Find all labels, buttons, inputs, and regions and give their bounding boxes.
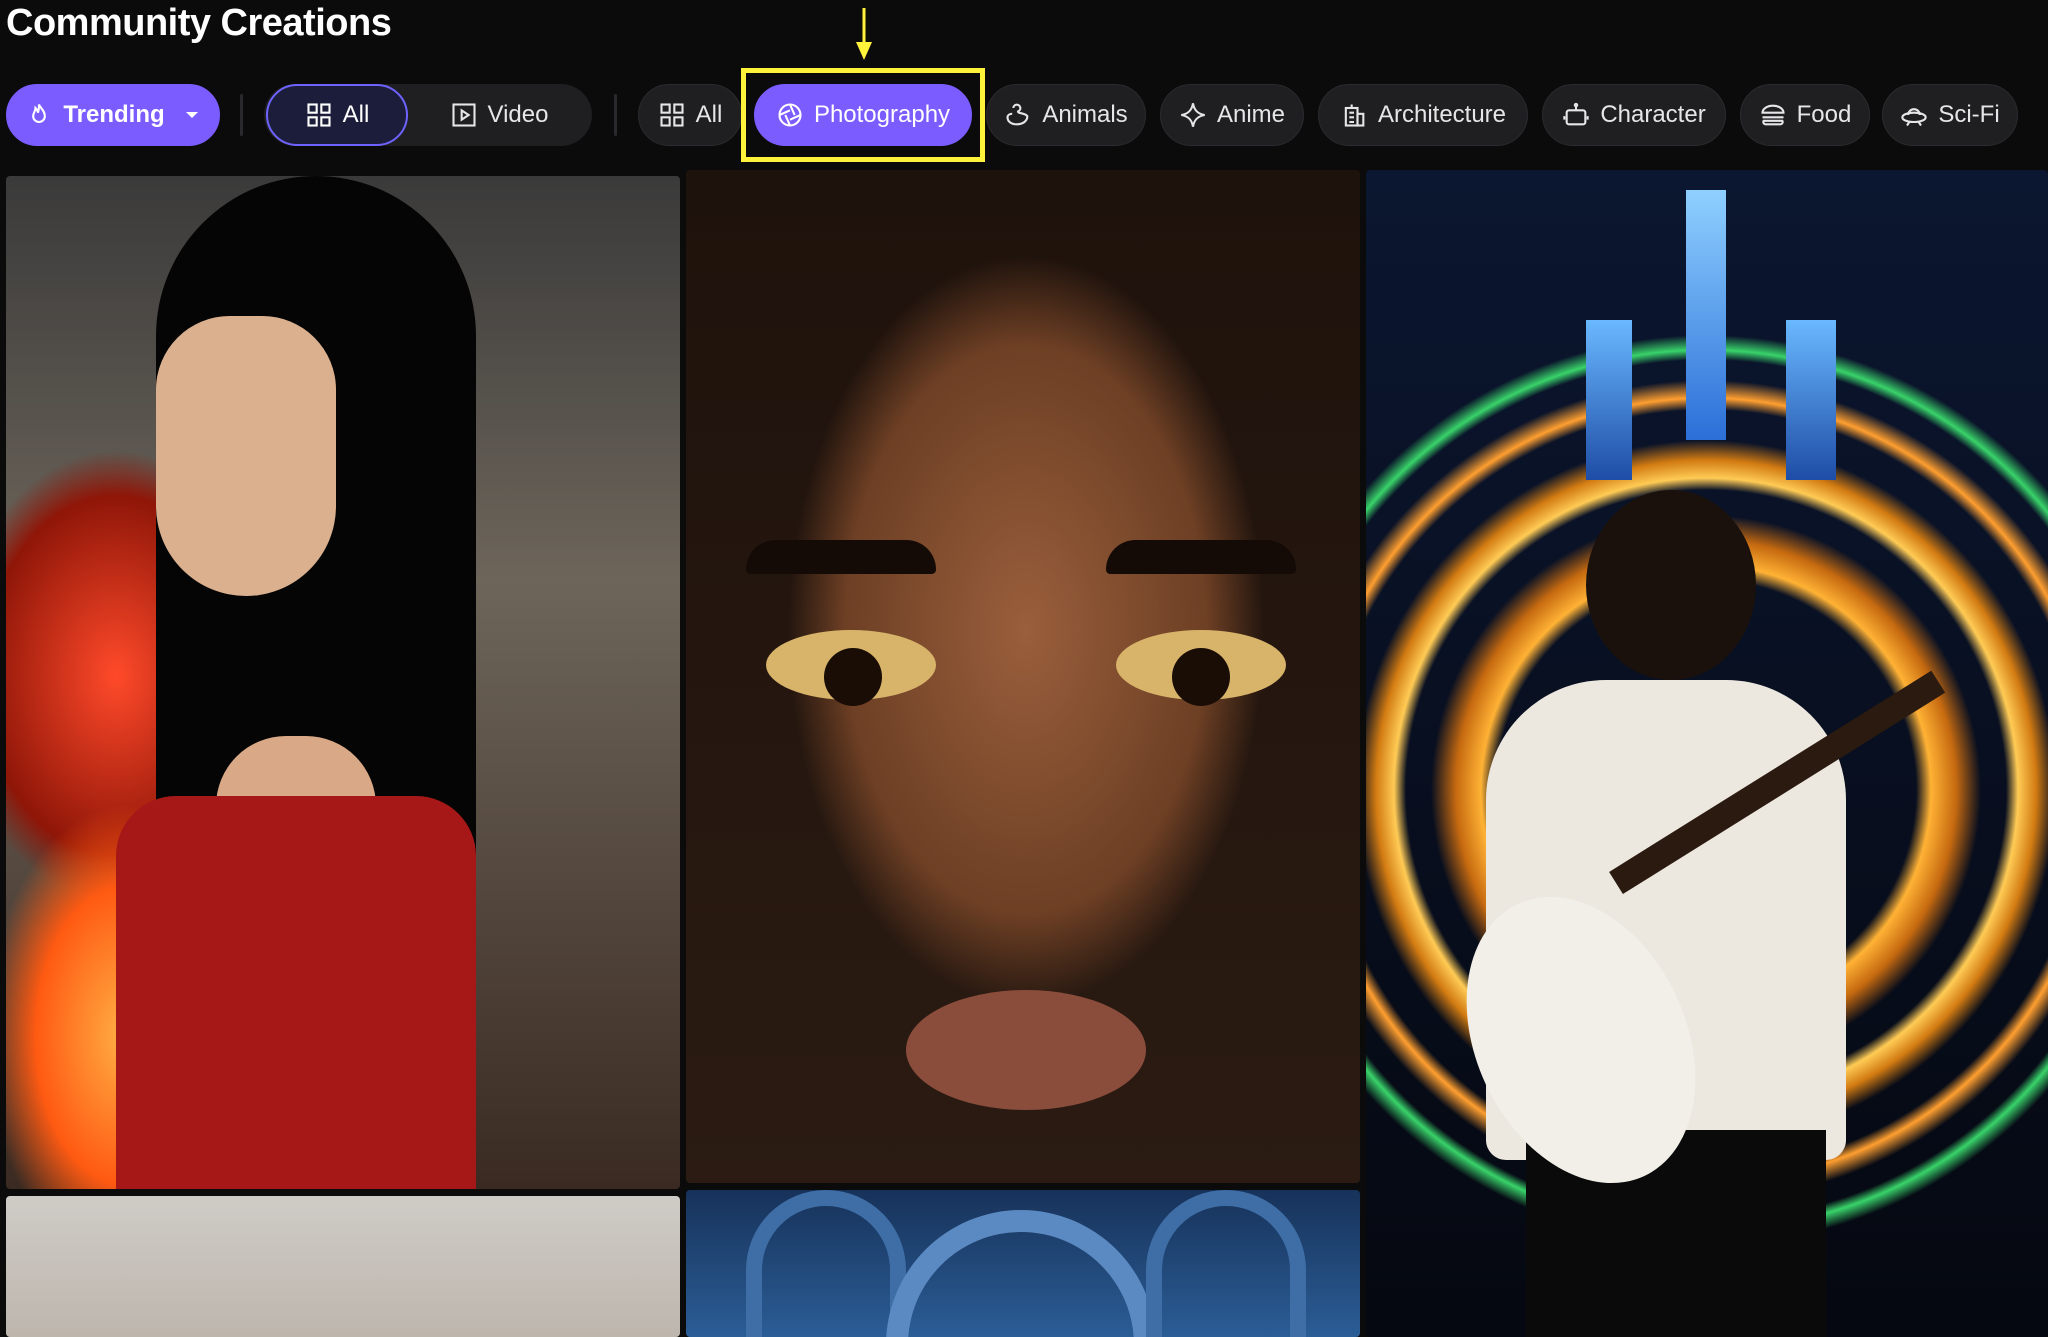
gallery-image[interactable] (6, 1196, 680, 1337)
image-detail (1786, 320, 1836, 480)
category-animals-label: Animals (1042, 101, 1128, 128)
grid-icon (660, 103, 684, 127)
category-anime-button[interactable]: Anime (1160, 84, 1304, 146)
ufo-icon (1901, 108, 1928, 127)
category-character-button[interactable]: Character (1542, 84, 1726, 146)
media-video-button[interactable]: Video (410, 84, 588, 146)
duck-icon (1006, 103, 1029, 126)
category-scifi-label: Sci-Fi (1938, 101, 2000, 128)
filter-bar: Trending All Video All Photography Anima… (0, 68, 2048, 162)
image-detail (156, 316, 336, 596)
gallery-image[interactable] (6, 176, 680, 1189)
divider (240, 94, 243, 136)
trending-sort-dropdown[interactable]: Trending (6, 84, 220, 146)
category-architecture-button[interactable]: Architecture (1318, 84, 1528, 146)
image-detail (886, 1210, 1156, 1337)
gallery-image[interactable] (686, 170, 1360, 1183)
image-detail (1586, 490, 1756, 680)
image-detail (116, 796, 476, 1189)
category-all-button[interactable]: All (638, 84, 742, 146)
highlight-box (741, 68, 985, 162)
image-detail (746, 540, 936, 574)
chevron-down-icon (185, 112, 198, 118)
page-title: Community Creations (6, 2, 392, 44)
category-scifi-button[interactable]: Sci-Fi (1882, 84, 2018, 146)
image-detail (1172, 648, 1230, 706)
arrow-down-icon (856, 8, 872, 60)
play-square-icon (451, 103, 476, 127)
media-video-label: Video (487, 101, 549, 128)
image-detail (906, 990, 1146, 1110)
category-anime-label: Anime (1216, 101, 1286, 128)
category-character-label: Character (1600, 101, 1706, 128)
media-all-button[interactable]: All (266, 84, 408, 146)
gallery-image[interactable] (1366, 170, 2048, 1337)
category-architecture-label: Architecture (1377, 101, 1507, 128)
burger-icon (1761, 104, 1785, 126)
category-food-label: Food (1796, 101, 1852, 128)
divider (614, 94, 617, 136)
image-detail (1146, 1190, 1306, 1337)
flame-icon (32, 104, 47, 124)
robot-icon (1563, 102, 1590, 126)
grid-icon (307, 103, 331, 127)
gallery-image[interactable] (686, 1190, 1360, 1337)
building-icon (1344, 104, 1365, 127)
trending-label: Trending (63, 101, 165, 128)
media-all-label: All (342, 101, 370, 128)
image-detail (824, 648, 882, 706)
sparkle-icon (1181, 103, 1205, 127)
image-detail (1106, 540, 1296, 574)
category-food-button[interactable]: Food (1740, 84, 1870, 146)
image-detail (1686, 190, 1726, 440)
image-detail (746, 1190, 906, 1337)
image-detail (1586, 320, 1632, 480)
category-animals-button[interactable]: Animals (986, 84, 1146, 146)
category-all-label: All (695, 101, 723, 128)
